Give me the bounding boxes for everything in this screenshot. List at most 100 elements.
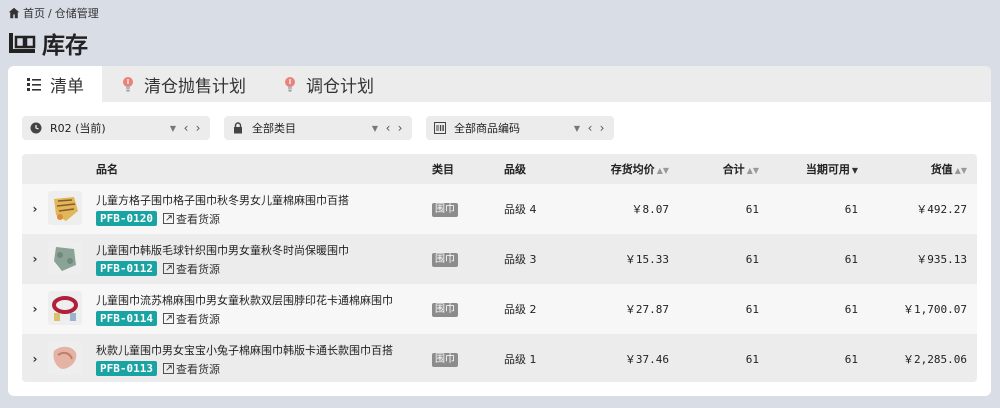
- table-row[interactable]: › 秋款儿童围巾男女宝宝小兔子棉麻围巾韩版卡通长款围巾百搭 PFB-0113 查…: [22, 334, 977, 382]
- avg-cost-cell: ￥15.33: [624, 253, 669, 266]
- chevron-down-icon[interactable]: ▼: [570, 124, 584, 133]
- inventory-table: 品名 类目 品级 存货均价 ▲▼ 合计 ▲▼ 当期可用 ▼ 货值 ▲▼ › 儿童方格子围…: [22, 154, 977, 382]
- grade-cell: 品级 1: [504, 353, 537, 366]
- value-cell: ￥1,700.07: [903, 303, 967, 316]
- chevron-down-icon[interactable]: ▼: [166, 124, 180, 133]
- breadcrumb-separator: /: [48, 6, 52, 20]
- sort-icon[interactable]: ▲▼: [657, 166, 669, 175]
- col-total[interactable]: 合计 ▲▼: [669, 161, 759, 177]
- filter-bar: R02 (当前) ▼ ‹ › 全部类目 ▼ ‹ › 全部商品编码 ▼ ‹ ›: [22, 116, 614, 140]
- product-name: 儿童方格子围巾格子围巾秋冬男女儿童棉麻围巾百搭: [96, 193, 349, 207]
- col-grade: 品级: [504, 163, 526, 176]
- clock-icon: [30, 122, 42, 134]
- available-cell: 61: [844, 302, 858, 316]
- tab-label: 清单: [50, 76, 84, 97]
- expand-chevron-icon[interactable]: ›: [22, 302, 48, 316]
- prev-arrow-icon[interactable]: ‹: [584, 121, 596, 135]
- col-category: 类目: [432, 163, 454, 176]
- grade-cell: 品级 4: [504, 203, 537, 216]
- expand-chevron-icon[interactable]: ›: [22, 202, 48, 216]
- col-value[interactable]: 货值 ▲▼: [858, 161, 977, 177]
- avg-cost-cell: ￥27.87: [624, 303, 669, 316]
- sku-select[interactable]: 全部商品编码 ▼ ‹ ›: [426, 116, 614, 140]
- sort-icon[interactable]: ▲▼: [747, 166, 759, 175]
- col-avg-cost[interactable]: 存货均价 ▲▼: [564, 161, 669, 177]
- prev-arrow-icon[interactable]: ‹: [180, 121, 192, 135]
- breadcrumb-current: 仓储管理: [54, 7, 99, 20]
- tab-label: 调仓计划: [306, 76, 374, 97]
- prev-arrow-icon[interactable]: ‹: [382, 121, 394, 135]
- col-available[interactable]: 当期可用 ▼: [759, 161, 858, 177]
- chevron-down-icon[interactable]: ▼: [368, 124, 382, 133]
- grade-cell: 品级 2: [504, 303, 537, 316]
- view-source-link[interactable]: 查看货源: [162, 261, 220, 277]
- external-link-icon: [162, 363, 174, 374]
- lock-icon: [234, 122, 242, 134]
- sku-badge: PFB-0113: [96, 361, 157, 376]
- view-source-link[interactable]: 查看货源: [162, 211, 220, 227]
- tab-bar: 清单 清仓抛售计划 调仓计划: [8, 66, 991, 102]
- tab-transfer-plan[interactable]: 调仓计划: [264, 66, 392, 102]
- view-source-link[interactable]: 查看货源: [162, 311, 220, 327]
- value-cell: ￥935.13: [916, 253, 967, 266]
- product-thumbnail: [48, 190, 82, 225]
- home-icon[interactable]: [8, 7, 20, 19]
- view-source-link[interactable]: 查看货源: [162, 361, 220, 377]
- sku-badge: PFB-0112: [96, 261, 157, 276]
- table-row[interactable]: › 儿童方格子围巾格子围巾秋冬男女儿童棉麻围巾百搭 PFB-0120 查看货源 …: [22, 184, 977, 234]
- category-badge: 围巾: [432, 352, 458, 367]
- sort-icon[interactable]: ▲▼: [955, 166, 967, 175]
- page-title: 库存: [42, 33, 88, 59]
- expand-chevron-icon[interactable]: ›: [22, 352, 48, 366]
- inventory-card: 清单 清仓抛售计划 调仓计划 R02 (当前) ▼ ‹ › 全部类目 ▼ ‹ ›…: [8, 66, 991, 396]
- external-link-icon: [162, 263, 174, 274]
- table-row[interactable]: › 儿童围巾流苏棉麻围巾男女童秋款双层围脖印花卡通棉麻围巾 PFB-0114 查…: [22, 284, 977, 334]
- list-icon: [27, 78, 41, 91]
- lightbulb-icon: [123, 77, 133, 92]
- product-thumbnail: [48, 340, 82, 375]
- category-badge: 围巾: [432, 252, 458, 267]
- product-thumbnail: [48, 290, 82, 325]
- total-cell: 61: [745, 252, 759, 266]
- total-cell: 61: [745, 352, 759, 366]
- breadcrumb-home[interactable]: 首页: [23, 5, 45, 21]
- tab-clearance-plan[interactable]: 清仓抛售计划: [102, 66, 264, 102]
- table-row[interactable]: › 儿童围巾韩版毛球针织围巾男女童秋冬时尚保暖围巾 PFB-0112 查看货源 …: [22, 234, 977, 284]
- available-cell: 61: [844, 352, 858, 366]
- avg-cost-cell: ￥37.46: [624, 353, 669, 366]
- next-arrow-icon[interactable]: ›: [192, 121, 204, 135]
- available-cell: 61: [844, 252, 858, 266]
- total-cell: 61: [745, 202, 759, 216]
- grade-cell: 品级 3: [504, 253, 537, 266]
- category-select[interactable]: 全部类目 ▼ ‹ ›: [224, 116, 412, 140]
- external-link-icon: [162, 213, 174, 224]
- tab-list[interactable]: 清单: [8, 66, 102, 102]
- next-arrow-icon[interactable]: ›: [596, 121, 608, 135]
- value-cell: ￥492.27: [916, 203, 967, 216]
- sku-badge: PFB-0114: [96, 311, 157, 326]
- category-badge: 围巾: [432, 302, 458, 317]
- category-badge: 围巾: [432, 202, 458, 217]
- period-value: R02 (当前): [50, 122, 106, 135]
- product-name: 儿童围巾流苏棉麻围巾男女童秋款双层围脖印花卡通棉麻围巾: [96, 293, 393, 307]
- breadcrumb: 首页 / 仓储管理: [8, 5, 99, 21]
- period-select[interactable]: R02 (当前) ▼ ‹ ›: [22, 116, 210, 140]
- lightbulb-icon: [285, 77, 295, 92]
- col-name: 品名: [96, 163, 118, 176]
- available-cell: 61: [844, 202, 858, 216]
- external-link-icon: [162, 313, 174, 324]
- sku-badge: PFB-0120: [96, 211, 157, 226]
- category-value: 全部类目: [252, 122, 296, 135]
- warehouse-icon: [9, 33, 36, 53]
- total-cell: 61: [745, 302, 759, 316]
- product-name: 秋款儿童围巾男女宝宝小兔子棉麻围巾韩版卡通长款围巾百搭: [96, 343, 393, 357]
- barcode-icon: [434, 122, 446, 134]
- value-cell: ￥2,285.06: [903, 353, 967, 366]
- page-header: 库存: [8, 26, 88, 60]
- expand-chevron-icon[interactable]: ›: [22, 252, 48, 266]
- table-header: 品名 类目 品级 存货均价 ▲▼ 合计 ▲▼ 当期可用 ▼ 货值 ▲▼: [22, 154, 977, 184]
- product-name: 儿童围巾韩版毛球针织围巾男女童秋冬时尚保暖围巾: [96, 243, 349, 257]
- avg-cost-cell: ￥8.07: [631, 203, 670, 216]
- next-arrow-icon[interactable]: ›: [394, 121, 406, 135]
- tab-label: 清仓抛售计划: [144, 76, 246, 97]
